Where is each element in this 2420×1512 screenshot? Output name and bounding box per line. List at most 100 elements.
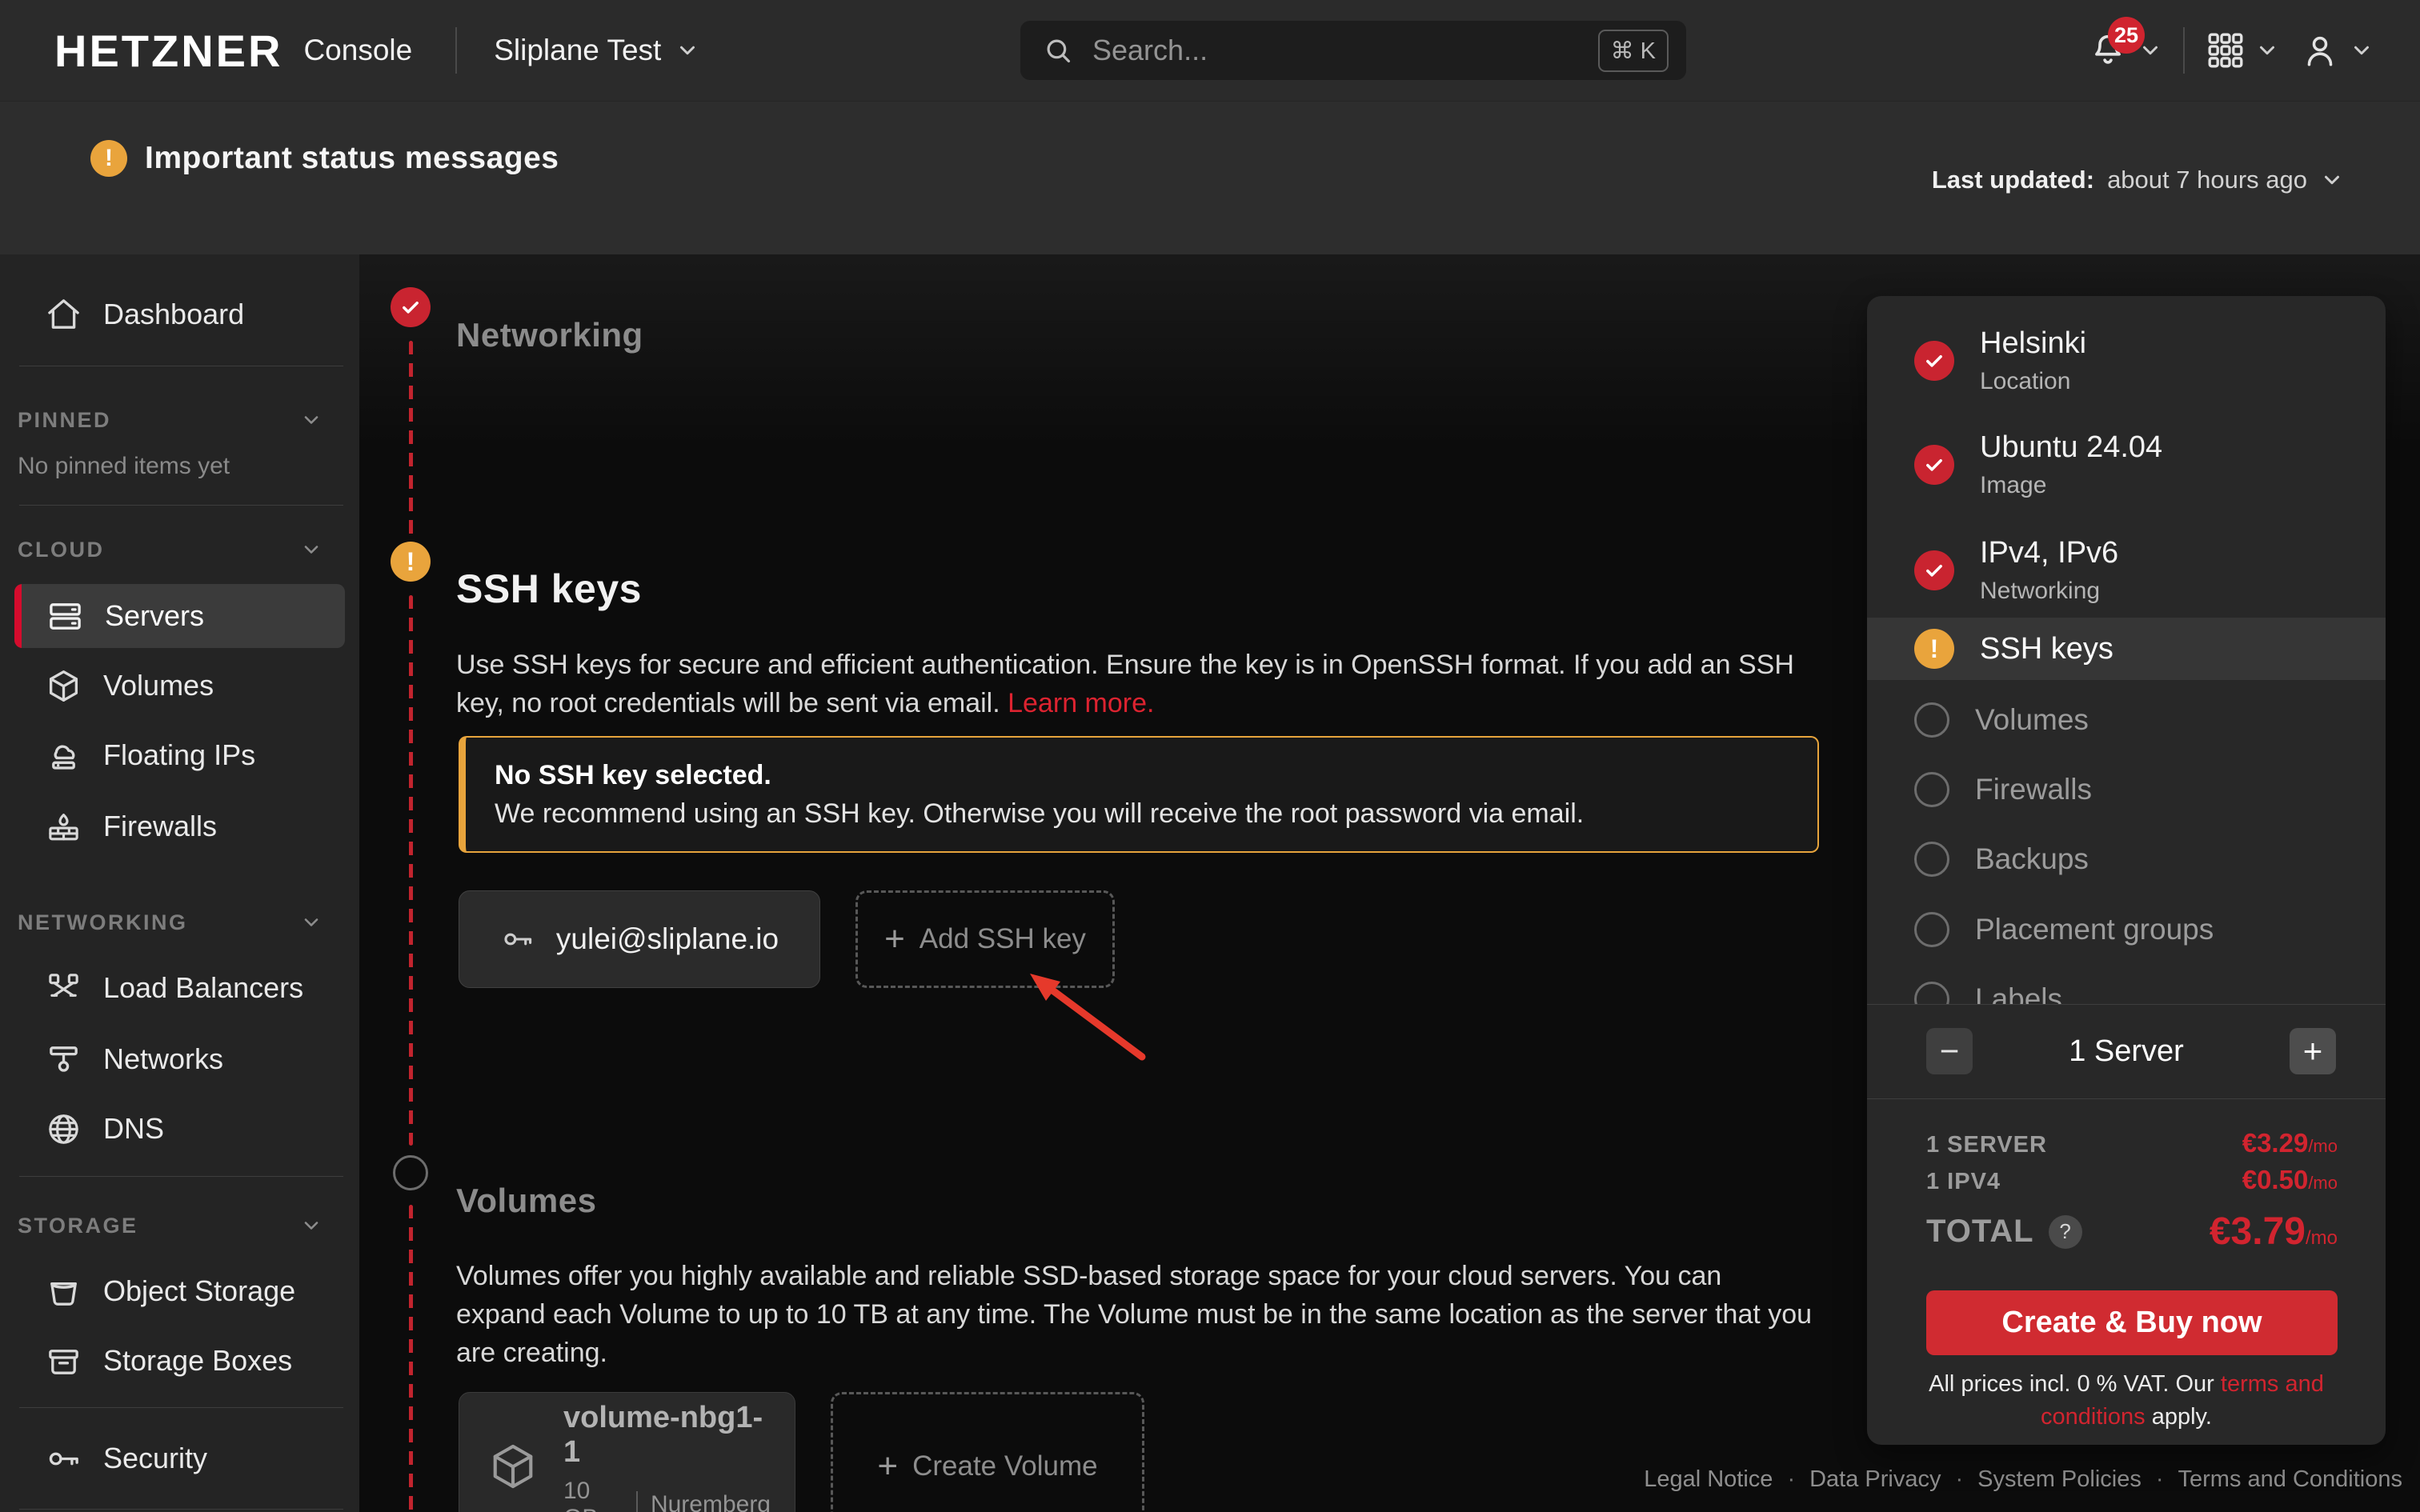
create-volume-button[interactable]: + Create Volume — [831, 1392, 1144, 1512]
order-step-backups[interactable]: Backups — [1867, 824, 2386, 894]
sidebar-item-networks[interactable]: Networks — [0, 1026, 359, 1092]
sidebar-item-servers[interactable]: Servers — [14, 584, 345, 648]
section-label: CLOUD — [18, 538, 105, 562]
terms-conditions-link[interactable]: Terms and Conditions — [2178, 1466, 2402, 1493]
volume-option[interactable]: volume-nbg1-1 10 GB Nuremberg — [459, 1392, 795, 1512]
topbar-divider — [2183, 27, 2185, 74]
server-create-content: ! Networking SSH keys Use SSH keys for s… — [359, 254, 2420, 1512]
step-title: Firewalls — [1975, 773, 2092, 806]
learn-more-link[interactable]: Learn more. — [1008, 688, 1154, 718]
step-done-badge — [1914, 445, 1954, 485]
networking-done-badge — [391, 287, 431, 327]
add-ssh-key-label: Add SSH key — [920, 923, 1086, 955]
step-todo-badge — [1914, 702, 1949, 738]
price-value: €0.50 — [2242, 1165, 2309, 1194]
sidebar-item-object-storage[interactable]: Object Storage — [0, 1258, 359, 1324]
order-steps-list: HelsinkiLocation Ubuntu 24.04Image IPv4,… — [1867, 296, 2386, 1004]
vat-note-text: All prices incl. 0 % VAT. Our — [1929, 1371, 2221, 1397]
sidebar-label: Object Storage — [103, 1274, 295, 1308]
timeline-dashed-line — [409, 595, 413, 1146]
sidebar-section-storage[interactable]: STORAGE — [18, 1202, 323, 1250]
ssh-key-option[interactable]: yulei@sliplane.io — [459, 890, 820, 988]
ssh-key-options: yulei@sliplane.io + Add SSH key — [459, 890, 1115, 988]
workspace: Dashboard PINNED No pinned items yet CLO… — [0, 254, 2420, 1512]
section-label: PINNED — [18, 408, 111, 433]
no-ssh-key-warning: No SSH key selected. We recommend using … — [459, 736, 1819, 853]
order-step-placement-groups[interactable]: Placement groups — [1867, 894, 2386, 964]
timeline-dashed-line — [409, 341, 413, 539]
step-title: SSH keys — [1980, 632, 2113, 666]
check-icon — [1923, 454, 1945, 476]
dot-separator: · — [2156, 1466, 2164, 1493]
total-help-icon[interactable]: ? — [2049, 1215, 2082, 1249]
search-bar[interactable]: ⌘ K — [1020, 21, 1686, 80]
search-shortcut-badge: ⌘ K — [1598, 30, 1669, 72]
server-count-row: 1 Server − + — [1867, 1005, 2386, 1098]
step-todo-badge — [1914, 772, 1949, 807]
order-step-volumes[interactable]: Volumes — [1867, 685, 2386, 754]
step-subtitle: Image — [1980, 472, 2162, 499]
order-step-firewalls[interactable]: Firewalls — [1867, 754, 2386, 824]
status-warning-icon: ! — [90, 140, 127, 177]
step-done-badge — [1914, 341, 1954, 381]
network-icon — [45, 1041, 82, 1078]
sidebar-section-pinned[interactable]: PINNED — [18, 396, 323, 444]
sidebar-item-dns[interactable]: DNS — [0, 1096, 359, 1162]
firewall-icon — [45, 808, 82, 846]
add-ssh-key-button[interactable]: + Add SSH key — [855, 890, 1115, 988]
hetzner-console-app: HETZNER Console Sliplane Test ⌘ K 25 — [0, 0, 2420, 1512]
last-updated-label: Last updated: — [1932, 166, 2094, 194]
chevron-down-icon — [300, 911, 323, 934]
step-title: IPv4, IPv6 — [1980, 536, 2118, 570]
section-label: STORAGE — [18, 1214, 138, 1238]
legal-notice-link[interactable]: Legal Notice — [1644, 1466, 1773, 1493]
order-step-location[interactable]: HelsinkiLocation — [1867, 309, 2386, 413]
step-todo-badge — [1914, 912, 1949, 947]
create-buy-now-button[interactable]: Create & Buy now — [1926, 1290, 2338, 1355]
price-unit: /mo — [2308, 1173, 2338, 1193]
account-menu-button[interactable] — [2300, 30, 2374, 70]
vat-note: All prices incl. 0 % VAT. Our terms and … — [1915, 1368, 2338, 1434]
dot-separator: · — [1956, 1466, 1964, 1493]
system-policies-link[interactable]: System Policies — [1977, 1466, 2142, 1493]
divider — [19, 1407, 343, 1408]
order-step-image[interactable]: Ubuntu 24.04Image — [1867, 413, 2386, 517]
sidebar-item-storage-boxes[interactable]: Storage Boxes — [0, 1328, 359, 1394]
hetzner-logo[interactable]: HETZNER — [54, 25, 282, 77]
search-input[interactable] — [1091, 33, 1598, 68]
order-step-ssh-keys[interactable]: ! SSH keys — [1867, 618, 2386, 680]
decrease-server-count-button[interactable]: − — [1926, 1028, 1973, 1074]
project-selector[interactable]: Sliplane Test — [494, 34, 699, 67]
chevron-down-icon — [300, 409, 323, 431]
data-privacy-link[interactable]: Data Privacy — [1809, 1466, 1941, 1493]
check-icon — [1923, 350, 1945, 372]
price-row-ipv4: 1 IPV4 €0.50/mo — [1926, 1165, 2338, 1195]
sidebar-item-security[interactable]: Security — [0, 1426, 359, 1491]
sidebar-item-dashboard[interactable]: Dashboard — [0, 282, 359, 347]
sidebar-section-cloud[interactable]: CLOUD — [18, 526, 323, 574]
step-subtitle: Location — [1980, 368, 2086, 395]
project-name: Sliplane Test — [494, 34, 661, 67]
sidebar-label: Security — [103, 1442, 207, 1475]
vat-note-text: apply. — [2146, 1404, 2212, 1430]
sidebar-item-firewalls[interactable]: Firewalls — [0, 794, 359, 859]
top-bar: HETZNER Console Sliplane Test ⌘ K 25 — [0, 0, 2420, 102]
sidebar-item-volumes[interactable]: Volumes — [0, 653, 359, 718]
sidebar-label: DNS — [103, 1112, 164, 1146]
step-title: Labels — [1975, 982, 2062, 1005]
order-step-networking[interactable]: IPv4, IPv6Networking — [1867, 518, 2386, 622]
sidebar-section-networking[interactable]: NETWORKING — [18, 898, 323, 946]
step-done-badge — [1914, 550, 1954, 590]
ssh-keys-section-title: SSH keys — [456, 566, 642, 612]
last-updated-toggle[interactable]: Last updated: about 7 hours ago — [1932, 166, 2344, 194]
notifications-button[interactable]: 25 — [2087, 30, 2162, 71]
sidebar-item-load-balancers[interactable]: Load Balancers — [0, 955, 359, 1021]
warning-title: No SSH key selected. — [495, 757, 1789, 794]
sidebar-item-floating-ips[interactable]: Floating IPs — [0, 722, 359, 788]
divider — [19, 1176, 343, 1177]
increase-server-count-button[interactable]: + — [2290, 1028, 2336, 1074]
ssh-keys-description: Use SSH keys for secure and efficient au… — [456, 646, 1817, 722]
topbar-divider — [455, 27, 457, 74]
order-step-labels[interactable]: Labels — [1867, 964, 2386, 1004]
apps-menu-button[interactable] — [2206, 30, 2279, 70]
